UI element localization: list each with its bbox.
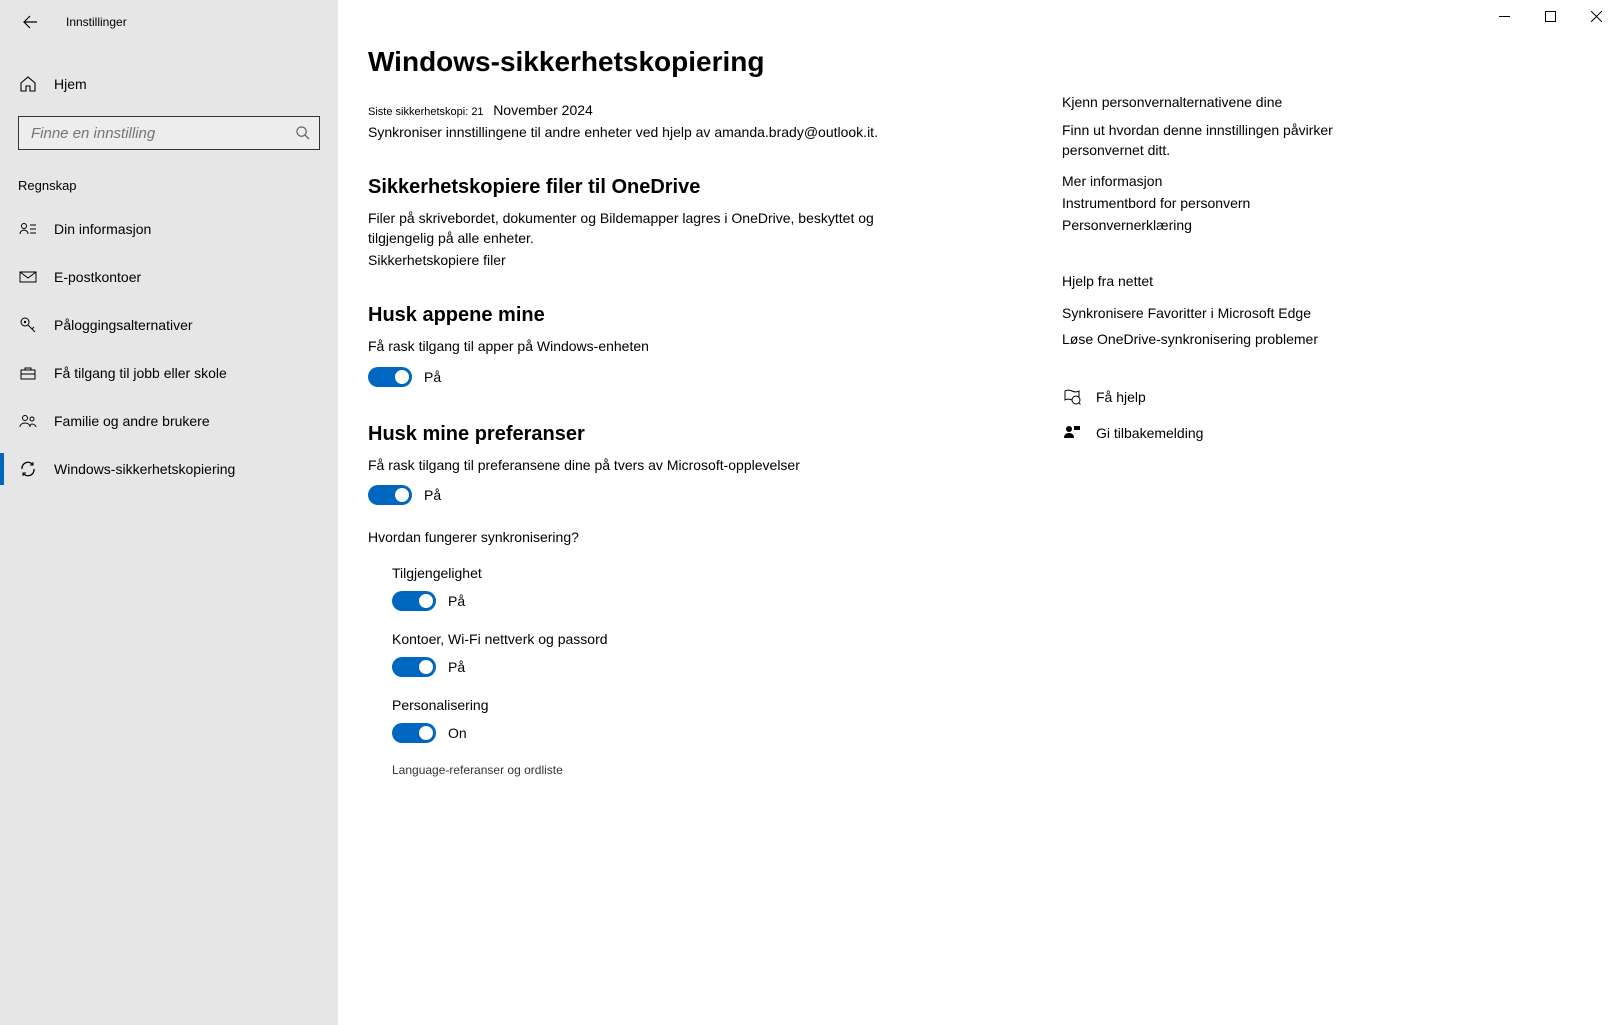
sub-personalization-label: Personalisering [392, 697, 1032, 713]
sub-accounts: Kontoer, Wi-Fi nettverk og passord På [392, 631, 1032, 677]
sidebar-item-label: Windows-sikkerhetskopiering [54, 461, 235, 477]
sidebar-item-email[interactable]: E-postkontoer [0, 253, 338, 301]
page-title: Windows-sikkerhetskopiering [368, 46, 1032, 78]
sidebar-item-label: Din informasjon [54, 221, 151, 237]
prefs-desc: Få rask tilgang til preferansene dine på… [368, 456, 928, 476]
prefs-toggle-label: På [424, 487, 441, 503]
maximize-icon [1545, 11, 1556, 22]
key-icon [18, 315, 38, 335]
apps-desc: Få rask tilgang til apper på Windows-enh… [368, 337, 928, 357]
sync-info: Synkroniser innstillingene til andre enh… [368, 124, 1032, 140]
sub-accounts-toggle[interactable] [392, 657, 436, 677]
sub-accounts-state: På [448, 659, 465, 675]
section-onedrive: Sikkerhetskopiere filer til OneDrive Fil… [368, 176, 1032, 268]
sub-language-cut: Language-referanser og ordliste [392, 763, 1032, 777]
web-link-onedrive[interactable]: Løse OneDrive-synkronisering problemer [1062, 331, 1402, 347]
sidebar-item-family[interactable]: Familie og andre brukere [0, 397, 338, 445]
app-title: Innstillinger [66, 15, 127, 29]
sub-personalization-toggle[interactable] [392, 723, 436, 743]
people-icon [18, 411, 38, 431]
search-input[interactable] [31, 125, 295, 142]
sidebar-item-backup[interactable]: Windows-sikkerhetskopiering [0, 445, 338, 493]
last-backup-label: Siste sikkerhetskopi: 21 [368, 106, 484, 118]
section-prefs: Husk mine preferanser Få rask tilgang ti… [368, 423, 1032, 778]
home-icon [18, 74, 38, 94]
section-apps: Husk appene mine Få rask tilgang til app… [368, 304, 1032, 387]
help-icon [1062, 387, 1082, 407]
prefs-toggle-row: På [368, 485, 1032, 505]
sub-accessibility-toggle[interactable] [392, 591, 436, 611]
privacy-heading: Kjenn personvernalternativene dine [1062, 94, 1402, 110]
feedback-label: Gi tilbakemelding [1096, 425, 1203, 441]
apps-toggle[interactable] [368, 367, 412, 387]
minimize-icon [1499, 11, 1510, 22]
sidebar-item-label: Familie og andre brukere [54, 413, 210, 429]
apps-heading: Husk appene mine [368, 304, 1032, 327]
sub-accessibility-label: Tilgjengelighet [392, 565, 1032, 581]
search-icon [295, 125, 311, 141]
sub-personalization: Personalisering On [392, 697, 1032, 743]
privacy-link-statement[interactable]: Personvernerklæring [1062, 217, 1402, 233]
sub-personalization-state: On [448, 725, 467, 741]
sidebar-item-your-info[interactable]: Din informasjon [0, 205, 338, 253]
sidebar-item-label: E-postkontoer [54, 269, 141, 285]
apps-toggle-label: På [424, 369, 441, 385]
maximize-button[interactable] [1527, 0, 1573, 32]
privacy-link-dashboard[interactable]: Instrumentbord for personvern [1062, 195, 1402, 211]
mail-icon [18, 267, 38, 287]
arrow-left-icon [22, 14, 38, 30]
sub-accessibility: Tilgjengelighet På [392, 565, 1032, 611]
sidebar-item-label: Påloggingsalternativer [54, 317, 193, 333]
close-button[interactable] [1573, 0, 1619, 32]
window-controls [1481, 0, 1619, 32]
feedback-link[interactable]: Gi tilbakemelding [1062, 423, 1402, 443]
last-backup-line: Siste sikkerhetskopi: 21 November 2024 [368, 102, 1032, 118]
sidebar-item-signin[interactable]: Påloggingsalternativer [0, 301, 338, 349]
person-card-icon [18, 219, 38, 239]
web-heading: Hjelp fra nettet [1062, 273, 1402, 289]
briefcase-icon [18, 363, 38, 383]
sidebar-home[interactable]: Hjem [0, 66, 338, 102]
side-web-block: Hjelp fra nettet Synkronisere Favoritter… [1062, 273, 1402, 347]
sync-icon [18, 459, 38, 479]
get-help-label: Få hjelp [1096, 389, 1146, 405]
sub-accessibility-state: På [448, 593, 465, 609]
apps-toggle-row: På [368, 367, 1032, 387]
main-area: Windows-sikkerhetskopiering Siste sikker… [338, 0, 1619, 1025]
sidebar-item-label: Få tilgang til jobb eller skole [54, 365, 227, 381]
get-help-link[interactable]: Få hjelp [1062, 387, 1402, 407]
back-button[interactable] [18, 10, 42, 34]
sidebar-home-label: Hjem [54, 76, 87, 92]
privacy-text: Finn ut hvordan denne innstillingen påvi… [1062, 120, 1402, 161]
onedrive-heading: Sikkerhetskopiere filer til OneDrive [368, 176, 1032, 199]
onedrive-backup-link[interactable]: Sikkerhetskopiere filer [368, 252, 1032, 268]
content-main: Windows-sikkerhetskopiering Siste sikker… [368, 46, 1062, 1025]
titlebar: Innstillinger [0, 0, 338, 44]
prefs-toggle[interactable] [368, 485, 412, 505]
side-actions-block: Få hjelp Gi tilbakemelding [1062, 387, 1402, 443]
search-box[interactable] [18, 116, 320, 150]
sidebar-section-label: Regnskap [18, 178, 320, 193]
minimize-button[interactable] [1481, 0, 1527, 32]
web-link-edge-favs[interactable]: Synkronisere Favoritter i Microsoft Edge [1062, 305, 1402, 321]
side-privacy-block: Kjenn personvernalternativene dine Finn … [1062, 94, 1402, 233]
sub-accounts-label: Kontoer, Wi-Fi nettverk og passord [392, 631, 1032, 647]
last-backup-date: November 2024 [493, 102, 593, 118]
sidebar: Innstillinger Hjem Regnskap Din informas… [0, 0, 338, 1025]
prefs-heading: Husk mine preferanser [368, 423, 1032, 446]
sidebar-nav: Din informasjon E-postkontoer Påloggings… [0, 205, 338, 493]
privacy-link-more[interactable]: Mer informasjon [1062, 173, 1402, 189]
content-side: Kjenn personvernalternativene dine Finn … [1062, 46, 1402, 1025]
close-icon [1591, 11, 1602, 22]
feedback-icon [1062, 423, 1082, 443]
onedrive-desc: Filer på skrivebordet, dokumenter og Bil… [368, 209, 928, 248]
how-sync-link[interactable]: Hvordan fungerer synkronisering? [368, 529, 1032, 545]
sidebar-item-work-school[interactable]: Få tilgang til jobb eller skole [0, 349, 338, 397]
